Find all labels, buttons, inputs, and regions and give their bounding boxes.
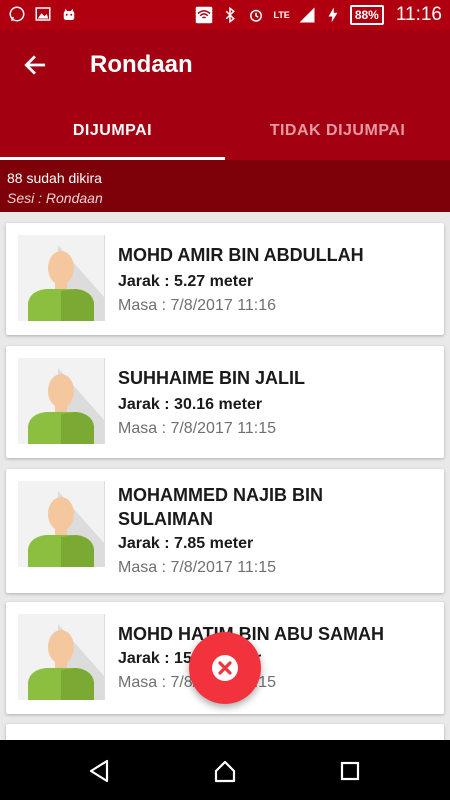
wifi-icon: [196, 6, 213, 24]
battery-indicator: 88%: [349, 5, 384, 25]
cancel-fab-button[interactable]: [189, 632, 261, 704]
whatsapp-icon: [9, 6, 25, 22]
list-item[interactable]: [6, 724, 444, 740]
close-circle-icon: [212, 655, 238, 681]
android-icon: [63, 9, 75, 20]
person-time: Masa : 7/8/2017 11:15: [118, 420, 277, 437]
tab-tidak-dijumpai[interactable]: TIDAK DIJUMPAI: [225, 106, 450, 160]
arrow-left-icon[interactable]: [22, 52, 48, 78]
home-circle-icon[interactable]: [212, 758, 238, 784]
alarm-icon: [250, 9, 263, 22]
session-text: Sesi : Rondaan: [7, 190, 103, 206]
avatar-icon: [18, 614, 105, 700]
charging-icon: [328, 7, 338, 23]
person-distance: Jarak : 30.16 meter: [118, 396, 263, 413]
tab-dijumpai[interactable]: DIJUMPAI: [0, 106, 225, 160]
count-text: 88 sudah dikira: [7, 170, 102, 186]
person-name: MOHD AMIR BIN ABDULLAH: [118, 245, 364, 265]
network-label: LTE: [273, 10, 290, 20]
avatar-icon: [18, 481, 105, 567]
status-bar: LTE 88% 11:16: [0, 0, 450, 30]
tab-bar: DIJUMPAI TIDAK DIJUMPAI: [0, 106, 450, 160]
person-distance: Jarak : 5.27 meter: [118, 273, 254, 290]
avatar-icon: [18, 358, 105, 444]
app-bar: Rondaan DIJUMPAI TIDAK DIJUMPAI: [0, 30, 450, 160]
person-name: SUHHAIME BIN JALIL: [118, 368, 306, 388]
clock: 11:16: [395, 4, 442, 25]
page-title: Rondaan: [90, 51, 193, 78]
list-item[interactable]: MOHD AMIR BIN ABDULLAH Jarak : 5.27 mete…: [6, 223, 444, 335]
recents-square-icon[interactable]: [337, 758, 363, 784]
back-triangle-icon[interactable]: [87, 758, 113, 784]
person-name: MOHAMMED NAJIB BIN SULAIMAN: [118, 485, 323, 529]
session-info-bar: 88 sudah dikira Sesi : Rondaan: [0, 160, 450, 212]
gallery-icon: [35, 7, 51, 21]
person-distance: Jarak : 7.85 meter: [118, 535, 254, 552]
system-nav-bar: [0, 740, 450, 800]
list-item[interactable]: MOHAMMED NAJIB BIN SULAIMAN Jarak : 7.85…: [6, 469, 444, 593]
signal-icon: [299, 7, 315, 23]
bluetooth-icon: [226, 6, 236, 24]
avatar-icon: [18, 235, 105, 321]
list-item[interactable]: SUHHAIME BIN JALIL Jarak : 30.16 meter M…: [6, 346, 444, 458]
person-time: Masa : 7/8/2017 11:15: [118, 559, 277, 576]
person-time: Masa : 7/8/2017 11:16: [118, 297, 277, 314]
